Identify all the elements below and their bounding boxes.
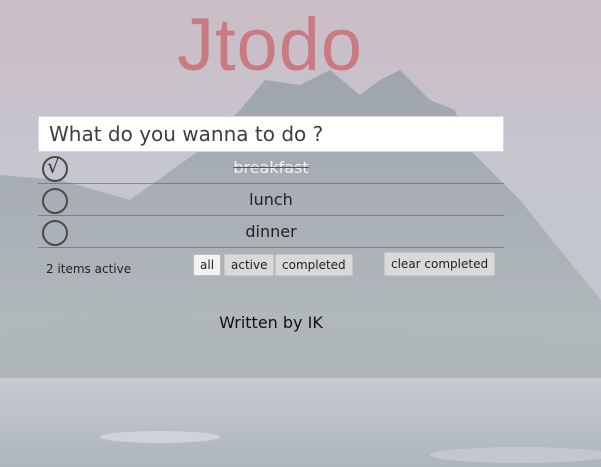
todo-item: √ breakfast — [38, 152, 504, 184]
items-active-count: 2 items active — [46, 262, 132, 276]
todo-item-label[interactable]: breakfast — [38, 158, 504, 177]
clear-completed-button[interactable]: clear completed — [384, 252, 496, 276]
todo-item: lunch — [38, 184, 504, 216]
app-title: Jtodo — [176, 3, 364, 86]
todo-item-label[interactable]: dinner — [38, 222, 504, 241]
new-todo-input[interactable] — [39, 117, 503, 151]
todo-list: √ breakfast lunch dinner — [38, 152, 504, 248]
author-credit: Written by IK — [219, 313, 323, 332]
todo-app: Jtodo √ breakfast lunch dinner 2 items a… — [0, 0, 601, 467]
filter-all-button[interactable]: all — [193, 254, 222, 276]
todo-item-label[interactable]: lunch — [38, 190, 504, 209]
filter-completed-button[interactable]: completed — [275, 254, 353, 276]
todo-item: dinner — [38, 216, 504, 248]
todo-footer: 2 items active all active completed clea… — [38, 248, 504, 280]
filter-active-button[interactable]: active — [224, 254, 275, 276]
new-todo-field-container — [38, 116, 504, 152]
